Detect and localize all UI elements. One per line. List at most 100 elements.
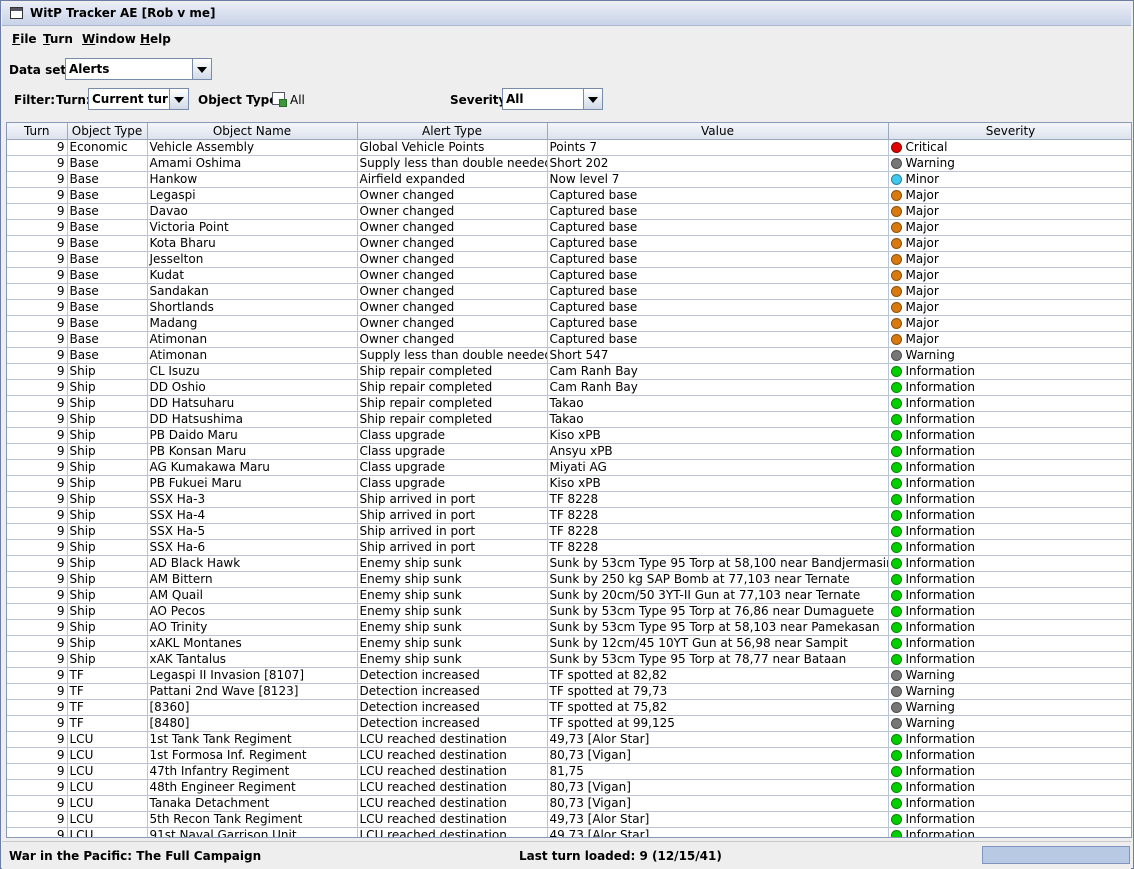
- table-row[interactable]: 9 Ship AM Bittern Enemy ship sunk Sunk by 25…: [7, 571, 1131, 588]
- severity-label: Major: [905, 220, 939, 234]
- table-row[interactable]: 9 TF [8480] Detection increased TF spotted …: [7, 715, 1131, 732]
- table-row[interactable]: 9 Ship AM Quail Enemy ship sunk Sunk by 20cm…: [7, 587, 1131, 604]
- cell-object-name: AD Black Hawk: [147, 555, 358, 572]
- table-row[interactable]: 9 Ship AO Pecos Enemy ship sunk Sunk by 53cm…: [7, 603, 1131, 620]
- cell-value: Cam Ranh Bay: [547, 379, 889, 396]
- alerts-table-container[interactable]: Turn Object Type Object Name Alert Type …: [6, 122, 1132, 838]
- severity-label: Warning: [905, 668, 955, 682]
- table-row[interactable]: 9 Base Shortlands Owner changed Captured bas…: [7, 299, 1131, 316]
- table-row[interactable]: 9 TF Pattani 2nd Wave [8123] Detection incr…: [7, 683, 1131, 700]
- column-header-turn[interactable]: Turn: [7, 123, 68, 140]
- severity-label: Major: [905, 188, 939, 202]
- table-row[interactable]: 9 Base Amami Oshima Supply less than double…: [7, 155, 1131, 172]
- title-bar[interactable]: WitP Tracker AE [Rob v me]: [2, 3, 1131, 26]
- cell-object-name: 1st Tank Tank Regiment: [147, 731, 358, 748]
- cell-value: 49,73 [Alor Star]: [547, 731, 889, 748]
- cell-object-name: 47th Infantry Regiment: [147, 763, 358, 780]
- table-row[interactable]: 9 Economic Vehicle Assembly Global Vehicle …: [7, 139, 1131, 156]
- cell-object-type: Base: [67, 187, 148, 204]
- column-header-object-type[interactable]: Object Type: [67, 123, 148, 140]
- table-row[interactable]: 9 Base Victoria Point Owner changed Captured…: [7, 219, 1131, 236]
- turn-filter-select[interactable]: Current turn: [88, 88, 189, 110]
- column-header-value[interactable]: Value: [547, 123, 889, 140]
- column-header-severity[interactable]: Severity: [888, 123, 1131, 140]
- cell-object-name: PB Daido Maru: [147, 427, 358, 444]
- table-row[interactable]: 9 Base Madang Owner changed Captured base Maj…: [7, 315, 1131, 332]
- menu-window[interactable]: Window: [82, 32, 136, 46]
- table-row[interactable]: 9 Ship DD Oshio Ship repair completed Cam Ra…: [7, 379, 1131, 396]
- table-row[interactable]: 9 Ship SSX Ha-6 Ship arrived in port TF 8228…: [7, 539, 1131, 556]
- severity-dot-icon: [890, 158, 902, 169]
- table-row[interactable]: 9 TF Legaspi II Invasion [8107] Detection i…: [7, 667, 1131, 684]
- chevron-down-icon[interactable]: [192, 59, 211, 79]
- menu-help[interactable]: Help: [140, 32, 171, 46]
- table-row[interactable]: 9 Ship PB Konsan Maru Class upgrade Ansyu xP…: [7, 443, 1131, 460]
- cell-value: Sunk by 53cm Type 95 Torp at 76,86 near …: [547, 603, 889, 620]
- cell-alert-type: Owner changed: [357, 299, 548, 316]
- table-row[interactable]: 9 LCU 1st Formosa Inf. Regiment LCU reached…: [7, 747, 1131, 764]
- severity-dot-icon: [890, 750, 902, 761]
- table-row[interactable]: 9 Ship PB Fukuei Maru Class upgrade Kiso xPB…: [7, 475, 1131, 492]
- cell-object-name: Sandakan: [147, 283, 358, 300]
- severity-label: Information: [905, 748, 975, 762]
- cell-object-type: Base: [67, 283, 148, 300]
- dataset-label: Data set:: [9, 63, 71, 77]
- table-row[interactable]: 9 Base Atimonan Owner changed Captured base M…: [7, 331, 1131, 348]
- cell-object-type: Ship: [67, 619, 148, 636]
- status-last-turn: Last turn loaded: 9 (12/15/41): [519, 849, 722, 863]
- table-row[interactable]: 9 LCU 91st Naval Garrison Unit LCU reached …: [7, 827, 1131, 837]
- table-row[interactable]: 9 LCU Tanaka Detachment LCU reached destina…: [7, 795, 1131, 812]
- table-row[interactable]: 9 LCU 47th Infantry Regiment LCU reached de…: [7, 763, 1131, 780]
- table-row[interactable]: 9 LCU 5th Recon Tank Regiment LCU reached d…: [7, 811, 1131, 828]
- column-header-object-name[interactable]: Object Name: [147, 123, 358, 140]
- table-row[interactable]: 9 Ship CL Isuzu Ship repair completed Cam Ra…: [7, 363, 1131, 380]
- object-type-filter-icon[interactable]: [272, 92, 287, 107]
- table-row[interactable]: 9 Ship xAK Tantalus Enemy ship sunk Sunk by …: [7, 651, 1131, 668]
- table-row[interactable]: 9 Base Davao Owner changed Captured base Majo…: [7, 203, 1131, 220]
- dataset-select[interactable]: Alerts: [65, 58, 212, 80]
- column-header-alert-type[interactable]: Alert Type: [357, 123, 548, 140]
- cell-object-type: LCU: [67, 795, 148, 812]
- table-row[interactable]: 9 Ship SSX Ha-4 Ship arrived in port TF 8228…: [7, 507, 1131, 524]
- table-row[interactable]: 9 Ship AD Black Hawk Enemy ship sunk Sunk by…: [7, 555, 1131, 572]
- severity-dot-icon: [890, 734, 902, 745]
- table-row[interactable]: 9 TF [8360] Detection increased TF spotted …: [7, 699, 1131, 716]
- cell-alert-type: Airfield expanded: [357, 171, 548, 188]
- menu-turn[interactable]: Turn: [43, 32, 73, 46]
- table-row[interactable]: 9 Base Sandakan Owner changed Captured base M…: [7, 283, 1131, 300]
- table-row[interactable]: 9 LCU 48th Engineer Regiment LCU reached de…: [7, 779, 1131, 796]
- cell-object-name: 5th Recon Tank Regiment: [147, 811, 358, 828]
- cell-value: TF 8228: [547, 539, 889, 556]
- table-row[interactable]: 9 Base Kota Bharu Owner changed Captured bas…: [7, 235, 1131, 252]
- table-row[interactable]: 9 Base Atimonan Supply less than double nee…: [7, 347, 1131, 364]
- cell-turn: 9: [7, 155, 68, 172]
- cell-turn: 9: [7, 427, 68, 444]
- table-row[interactable]: 9 Ship DD Hatsushima Ship repair completed T…: [7, 411, 1131, 428]
- table-row[interactable]: 9 Ship xAKL Montanes Enemy ship sunk Sunk by…: [7, 635, 1131, 652]
- table-row[interactable]: 9 Ship SSX Ha-3 Ship arrived in port TF 8228…: [7, 491, 1131, 508]
- chevron-down-icon[interactable]: [169, 89, 188, 109]
- table-row[interactable]: 9 Base Legaspi Owner changed Captured base Ma…: [7, 187, 1131, 204]
- table-row[interactable]: 9 Ship AO Trinity Enemy ship sunk Sunk by 53…: [7, 619, 1131, 636]
- dataset-value: Alerts: [69, 62, 110, 76]
- table-row[interactable]: 9 Base Kudat Owner changed Captured base Majo…: [7, 267, 1131, 284]
- cell-turn: 9: [7, 203, 68, 220]
- object-type-value[interactable]: All: [290, 93, 305, 107]
- table-row[interactable]: 9 Ship PB Daido Maru Class upgrade Kiso xPB I…: [7, 427, 1131, 444]
- table-row[interactable]: 9 Ship AG Kumakawa Maru Class upgrade Miyati…: [7, 459, 1131, 476]
- table-row[interactable]: 9 LCU 1st Tank Tank Regiment LCU reached de…: [7, 731, 1131, 748]
- menu-file[interactable]: File: [12, 32, 37, 46]
- cell-value: Points 7: [547, 139, 889, 156]
- table-row[interactable]: 9 Ship SSX Ha-5 Ship arrived in port TF 8228…: [7, 523, 1131, 540]
- table-row[interactable]: 9 Base Jesselton Owner changed Captured base…: [7, 251, 1131, 268]
- cell-turn: 9: [7, 283, 68, 300]
- cell-severity: Information: [888, 491, 1131, 508]
- cell-value: TF 8228: [547, 507, 889, 524]
- chevron-down-icon[interactable]: [583, 89, 602, 109]
- cell-alert-type: LCU reached destination: [357, 811, 548, 828]
- severity-filter-select[interactable]: All: [502, 88, 603, 110]
- table-row[interactable]: 9 Base Hankow Airfield expanded Now level 7 M…: [7, 171, 1131, 188]
- cell-turn: 9: [7, 571, 68, 588]
- table-body: 9 Economic Vehicle Assembly Global Vehicle …: [7, 139, 1131, 837]
- table-row[interactable]: 9 Ship DD Hatsuharu Ship repair completed Ta…: [7, 395, 1131, 412]
